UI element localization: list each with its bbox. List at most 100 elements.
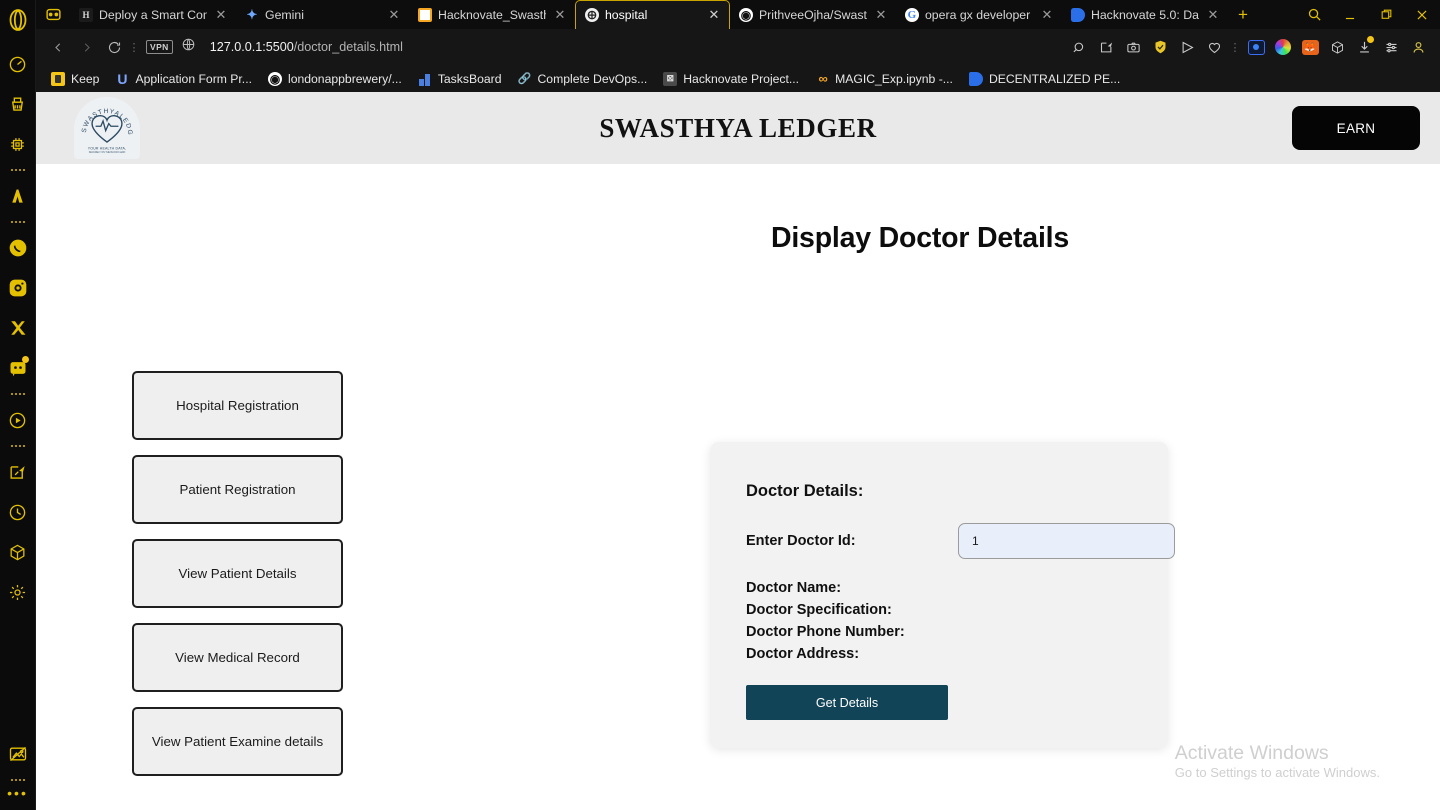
- whatsapp-icon[interactable]: [5, 235, 31, 261]
- doctor-id-label: Enter Doctor Id:: [746, 533, 856, 549]
- zoom-search-icon[interactable]: [1067, 35, 1091, 59]
- globe-icon[interactable]: [181, 37, 196, 57]
- toolbar-right-icons: ⋮ 🦊: [1067, 35, 1432, 59]
- opera-gx-logo[interactable]: [6, 8, 30, 32]
- cube-icon[interactable]: [5, 539, 31, 565]
- easy-setup-icon[interactable]: [1379, 35, 1403, 59]
- bookmark-application-form[interactable]: U Application Form Pr...: [108, 70, 259, 88]
- get-details-button[interactable]: Get Details: [746, 685, 948, 720]
- gx-control-cpu-icon[interactable]: [5, 131, 31, 157]
- tab-label: Deploy a Smart Contra: [99, 7, 207, 22]
- url-host: 127.0.0.1:5500: [209, 40, 294, 54]
- close-icon[interactable]: ✕: [1039, 7, 1055, 23]
- close-button[interactable]: [1404, 0, 1440, 29]
- card-title: Doctor Details:: [746, 482, 864, 500]
- tab-strip-gx-icon[interactable]: [36, 0, 70, 29]
- hospital-globe-icon: 🜨: [584, 8, 599, 22]
- forward-arrow-icon[interactable]: [72, 33, 100, 61]
- wallpaper-image-icon[interactable]: [5, 741, 31, 767]
- url-text[interactable]: 127.0.0.1:5500/doctor_details.html: [210, 40, 403, 54]
- nav-patient-registration[interactable]: Patient Registration: [132, 455, 343, 524]
- tab-prithveeojha-swasthya[interactable]: ◉ PrithveeOjha/Swasthya ✕: [730, 0, 896, 29]
- nav-hospital-registration[interactable]: Hospital Registration: [132, 371, 343, 440]
- address-bar: ⋮ VPN 127.0.0.1:5500/doctor_details.html: [36, 29, 1440, 65]
- profile-icon[interactable]: [1406, 35, 1430, 59]
- doctor-details-card: Doctor Details: Enter Doctor Id: Doctor …: [710, 442, 1175, 748]
- tasksboard-icon: [418, 72, 432, 86]
- close-icon[interactable]: ✕: [873, 7, 889, 23]
- nav-view-patient-details[interactable]: View Patient Details: [132, 539, 343, 608]
- doctor-id-input[interactable]: [958, 523, 1175, 559]
- watermark-subtitle: Go to Settings to activate Windows.: [1174, 765, 1380, 780]
- vertical-dots-icon[interactable]: ⋮: [128, 41, 140, 54]
- new-tab-button[interactable]: +: [1228, 0, 1258, 29]
- hacknovate-icon: ⊠: [663, 71, 678, 86]
- discord-icon[interactable]: [5, 355, 31, 381]
- svg-text:SECURELY ON THE BLOCKCHAIN: SECURELY ON THE BLOCKCHAIN: [89, 151, 126, 154]
- snapshot-icon[interactable]: [5, 459, 31, 485]
- tab-hacknovate-swasthyaledger[interactable]: Hacknovate_Swasthyal ✕: [409, 0, 575, 29]
- close-icon[interactable]: ✕: [706, 7, 722, 23]
- minimize-button[interactable]: [1332, 0, 1368, 29]
- sidebar-divider: [10, 221, 25, 223]
- reload-icon[interactable]: [100, 33, 128, 61]
- sidebar-more-button[interactable]: •••: [7, 786, 28, 800]
- instagram-icon[interactable]: [5, 275, 31, 301]
- close-icon[interactable]: ✕: [552, 7, 568, 23]
- bookmark-hacknovate-project[interactable]: ⊠ Hacknovate Project...: [656, 70, 806, 88]
- color-wheel-icon[interactable]: [1271, 35, 1295, 59]
- web-page: SWASTHYALEDGER YOUR HEALTH DATA, SECUREL…: [36, 92, 1440, 810]
- bookmark-magic-exp-notebook[interactable]: ∞ MAGIC_Exp.ipynb -...: [808, 70, 960, 88]
- close-icon[interactable]: ✕: [1205, 7, 1221, 23]
- bookmark-decentralized-pe[interactable]: DECENTRALIZED PE...: [962, 70, 1127, 88]
- tab-label: opera gx developer too: [924, 7, 1033, 22]
- extension-blue-icon[interactable]: [1244, 35, 1268, 59]
- camera-icon[interactable]: [1121, 35, 1145, 59]
- vpn-badge[interactable]: VPN: [146, 40, 173, 54]
- gemini-sparkle-icon: ✦: [246, 7, 258, 22]
- colab-icon: ∞: [818, 71, 827, 86]
- doctor-id-row: Enter Doctor Id:: [746, 523, 1175, 559]
- close-icon[interactable]: ✕: [213, 7, 229, 23]
- bookmark-label: MAGIC_Exp.ipynb -...: [835, 71, 953, 86]
- bookmark-label: Hacknovate Project...: [683, 71, 800, 86]
- google-icon: G: [904, 7, 919, 22]
- heart-icon[interactable]: [1202, 35, 1226, 59]
- fox-extension-icon[interactable]: 🦊: [1298, 35, 1322, 59]
- search-icon[interactable]: [1296, 0, 1332, 29]
- history-clock-icon[interactable]: [5, 499, 31, 525]
- downloads-icon[interactable]: [1352, 35, 1376, 59]
- gx-cleaner-broom-icon[interactable]: [5, 91, 31, 117]
- x-twitter-icon[interactable]: [5, 315, 31, 341]
- tab-hacknovate-dashboard[interactable]: Hacknovate 5.0: Dashb ✕: [1062, 0, 1228, 29]
- restore-button[interactable]: [1368, 0, 1404, 29]
- shield-icon[interactable]: [1148, 35, 1172, 59]
- tab-deploy-smart-contract[interactable]: H Deploy a Smart Contra ✕: [70, 0, 236, 29]
- back-arrow-icon[interactable]: [44, 33, 72, 61]
- tab-gemini[interactable]: ✦ Gemini ✕: [236, 0, 409, 29]
- tab-hospital[interactable]: 🜨 hospital ✕: [574, 0, 730, 29]
- player-send-icon[interactable]: [1175, 35, 1199, 59]
- url-path: /doctor_details.html: [293, 40, 403, 54]
- bookmark-complete-devops[interactable]: 🔗 Complete DevOps...: [511, 70, 655, 88]
- hardhat-icon: H: [79, 7, 93, 22]
- gx-corner-speedometer-icon[interactable]: [5, 51, 31, 77]
- bookmark-tasksboard[interactable]: TasksBoard: [411, 70, 509, 88]
- earn-button[interactable]: EARN: [1292, 106, 1420, 150]
- settings-gear-icon[interactable]: [5, 579, 31, 605]
- gx-aria-ai-icon[interactable]: [5, 183, 31, 209]
- bookmark-keep[interactable]: Keep: [44, 70, 106, 88]
- nav-view-patient-examine-details[interactable]: View Patient Examine details: [132, 707, 343, 776]
- bookmark-londonappbrewery[interactable]: ◉ londonappbrewery/...: [261, 70, 409, 88]
- close-icon[interactable]: ✕: [386, 7, 402, 23]
- orange-page-icon: [417, 7, 432, 22]
- nav-view-medical-record[interactable]: View Medical Record: [132, 623, 343, 692]
- tab-label: Hacknovate_Swasthyal: [437, 7, 546, 22]
- cube-extension-icon[interactable]: [1325, 35, 1349, 59]
- player-play-icon[interactable]: [5, 407, 31, 433]
- snapshot-icon[interactable]: [1094, 35, 1118, 59]
- bookmark-label: Keep: [71, 71, 100, 86]
- tab-opera-gx-developer-tools[interactable]: G opera gx developer too ✕: [896, 0, 1062, 29]
- sidebar-divider: [10, 169, 25, 171]
- blue-doc-icon: [968, 71, 983, 86]
